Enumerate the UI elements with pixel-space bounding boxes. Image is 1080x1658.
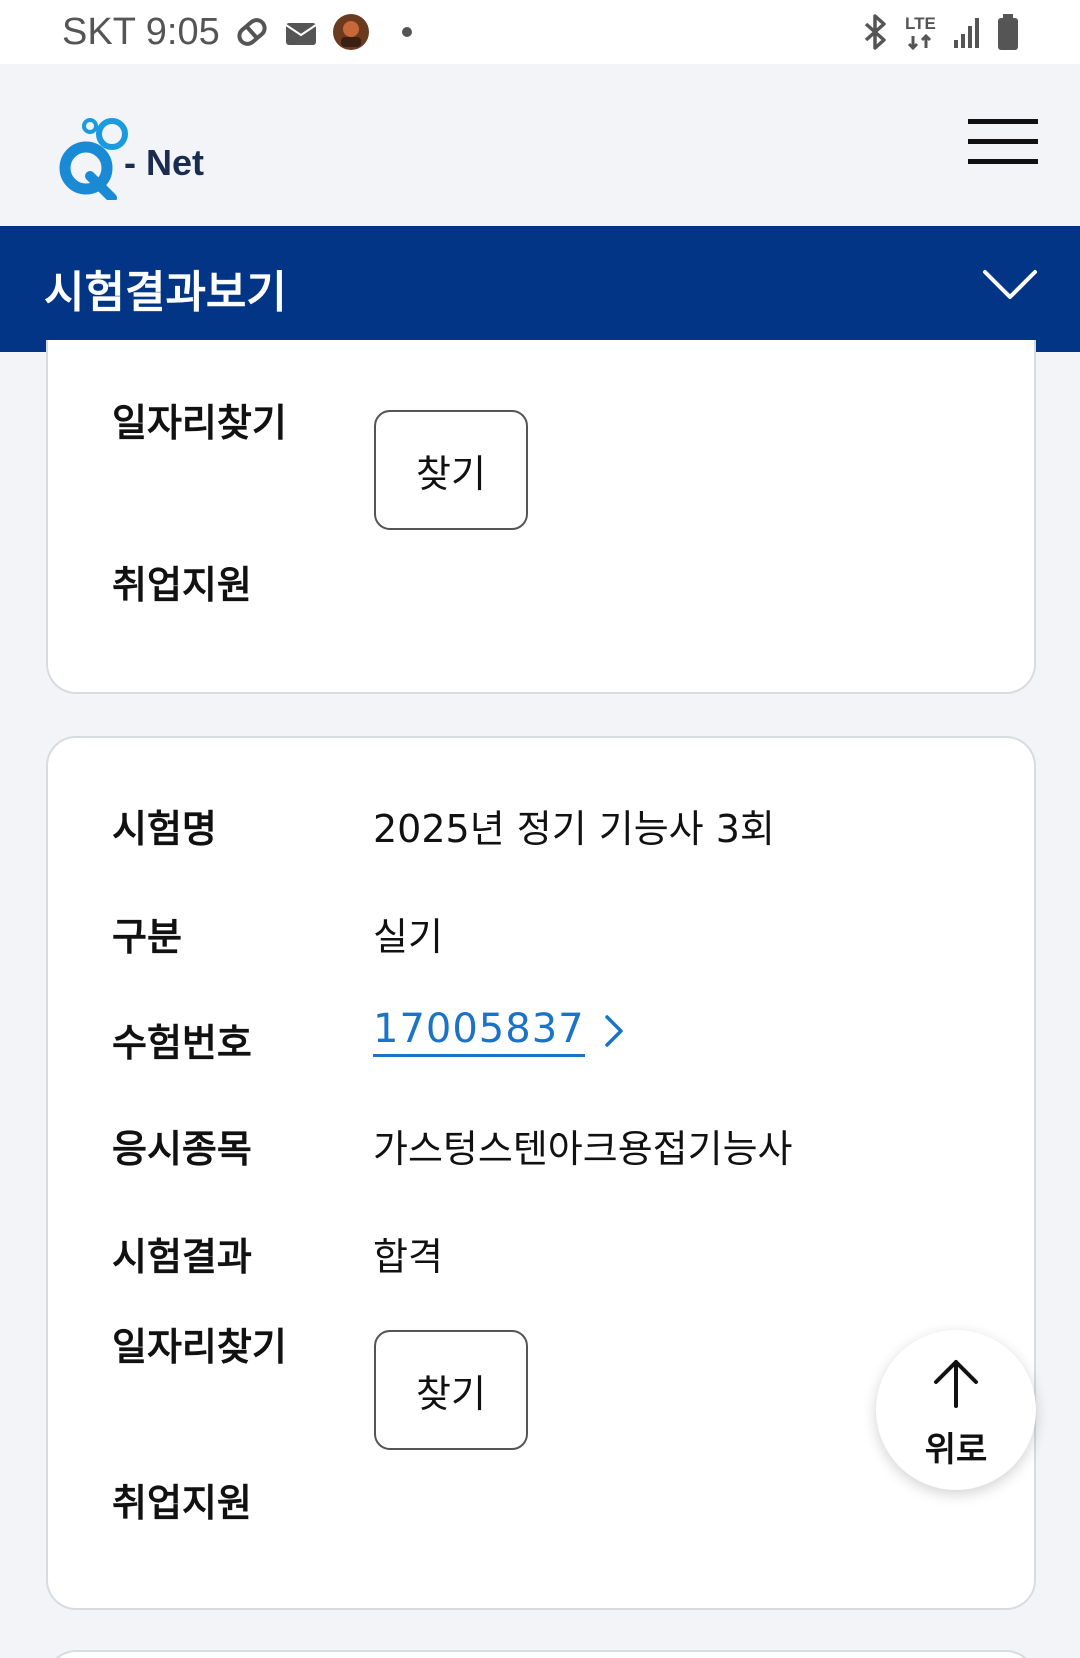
- subject-value: 가스텅스텐아크용접기능사: [373, 1127, 793, 1171]
- mail-icon: [285, 23, 317, 45]
- chevron-right-icon[interactable]: [603, 1013, 625, 1049]
- category-label: 구분: [112, 915, 182, 959]
- status-right: LTE: [860, 12, 1020, 52]
- job-search-button[interactable]: 찾기: [374, 410, 528, 530]
- menu-button[interactable]: [968, 119, 1038, 167]
- lte-icon: LTE: [905, 14, 936, 51]
- status-left: SKT 9:05: [62, 10, 412, 54]
- page-title: 시험결과보기: [44, 267, 287, 318]
- scroll-top-label: 위로: [924, 1430, 988, 1470]
- logo-text: - Net: [124, 142, 204, 183]
- employment-support-label[interactable]: 취업지원: [112, 1472, 252, 1527]
- avatar: [332, 14, 369, 50]
- result-value: 합격: [373, 1235, 443, 1279]
- result-card-next: [46, 1650, 1036, 1658]
- title-bar[interactable]: 시험결과보기: [0, 226, 1080, 352]
- job-search-label: 일자리찾기: [112, 1325, 287, 1369]
- scroll-top-button[interactable]: 위로: [876, 1330, 1036, 1490]
- carrier-time: SKT 9:05: [62, 10, 220, 53]
- site-header: - Net: [0, 64, 1080, 226]
- exam-number-label: 수험번호: [112, 1021, 252, 1065]
- result-card: 시험명 2025년 정기 기능사 3회 구분 실기 수험번호 17005837 …: [46, 736, 1036, 1610]
- job-search-label: 일자리찾기: [112, 401, 287, 445]
- signal-icon: [954, 18, 979, 48]
- bluetooth-icon: [864, 14, 886, 50]
- exam-name-label: 시험명: [112, 807, 217, 851]
- status-bar: SKT 9:05 LTE: [0, 0, 1080, 64]
- subject-label: 응시종목: [112, 1127, 252, 1171]
- exam-number-link[interactable]: 17005837: [373, 1004, 625, 1057]
- result-card-previous: 일자리찾기 찾기 취업지원: [46, 340, 1036, 694]
- category-value: 실기: [373, 915, 443, 959]
- exam-name-value: 2025년 정기 기능사 3회: [373, 807, 775, 851]
- pill-icon: [237, 18, 267, 46]
- exam-number-value[interactable]: 17005837: [373, 1004, 585, 1057]
- chevron-down-icon[interactable]: [982, 268, 1038, 302]
- result-label: 시험결과: [112, 1235, 252, 1279]
- employment-support-label[interactable]: 취업지원: [112, 554, 252, 609]
- arrow-up-icon: [934, 1360, 978, 1408]
- battery-icon: [998, 14, 1018, 50]
- notification-dot: [401, 27, 412, 37]
- job-search-button[interactable]: 찾기: [374, 1330, 528, 1450]
- svg-text:LTE: LTE: [905, 14, 936, 33]
